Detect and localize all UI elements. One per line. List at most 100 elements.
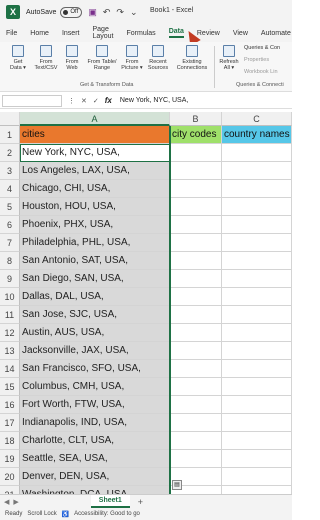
- cell-a[interactable]: Charlotte, CLT, USA,: [20, 432, 170, 450]
- cell-c[interactable]: [222, 324, 292, 342]
- row-header[interactable]: 19: [0, 450, 20, 468]
- get-data-button[interactable]: Get Data ▾: [8, 45, 28, 71]
- cell-a[interactable]: San Diego, SAN, USA,: [20, 270, 170, 288]
- cell-b[interactable]: [170, 216, 222, 234]
- refresh-all-button[interactable]: Refresh All ▾: [218, 45, 240, 71]
- cell-a[interactable]: Philadelphia, PHL, USA,: [20, 234, 170, 252]
- cell-c[interactable]: [222, 342, 292, 360]
- tab-view[interactable]: View: [233, 30, 248, 37]
- cell-a[interactable]: Los Angeles, LAX, USA,: [20, 162, 170, 180]
- queries-connections-button[interactable]: Queries & Con: [244, 45, 280, 51]
- cell-c[interactable]: [222, 360, 292, 378]
- cell-b[interactable]: [170, 360, 222, 378]
- from-text-csv-button[interactable]: From Text/CSV: [32, 45, 60, 71]
- tab-file[interactable]: File: [6, 30, 17, 37]
- recent-sources-button[interactable]: Recent Sources: [146, 45, 170, 71]
- cell-c[interactable]: [222, 216, 292, 234]
- row-header[interactable]: 8: [0, 252, 20, 270]
- from-table-range-button[interactable]: From Table/ Range: [86, 45, 118, 71]
- column-header-a[interactable]: A: [20, 112, 170, 126]
- cell-b[interactable]: [170, 270, 222, 288]
- cell-b[interactable]: [170, 342, 222, 360]
- tab-automate[interactable]: Automate: [261, 30, 291, 37]
- save-icon[interactable]: ▣: [88, 7, 97, 18]
- cell-b[interactable]: [170, 324, 222, 342]
- row-header[interactable]: 6: [0, 216, 20, 234]
- cell-b[interactable]: [170, 234, 222, 252]
- cell-b[interactable]: [170, 252, 222, 270]
- cell-c[interactable]: [222, 396, 292, 414]
- from-picture-button[interactable]: From Picture ▾: [120, 45, 144, 71]
- cell-c[interactable]: [222, 234, 292, 252]
- tab-data[interactable]: Data: [168, 28, 184, 38]
- cell-c[interactable]: [222, 270, 292, 288]
- cell-a[interactable]: San Antonio, SAT, USA,: [20, 252, 170, 270]
- cell-a[interactable]: Seattle, SEA, USA,: [20, 450, 170, 468]
- tab-review[interactable]: Review: [197, 30, 220, 37]
- cell-a[interactable]: Jacksonville, JAX, USA,: [20, 342, 170, 360]
- from-web-button[interactable]: From Web: [62, 45, 82, 71]
- cell-b[interactable]: [170, 180, 222, 198]
- cell-a[interactable]: San Jose, SJC, USA,: [20, 306, 170, 324]
- row-header[interactable]: 18: [0, 432, 20, 450]
- cell-b[interactable]: [170, 414, 222, 432]
- cell-c[interactable]: [222, 198, 292, 216]
- name-box[interactable]: [2, 94, 62, 107]
- row-header[interactable]: 12: [0, 324, 20, 342]
- row-header[interactable]: 17: [0, 414, 20, 432]
- cell-b[interactable]: city codes: [170, 126, 222, 144]
- cell-b[interactable]: [170, 198, 222, 216]
- row-header[interactable]: 16: [0, 396, 20, 414]
- formula-input[interactable]: New York, NYC, USA,: [120, 97, 188, 104]
- column-header-c[interactable]: C: [222, 112, 292, 126]
- existing-connections-button[interactable]: Existing Connections: [174, 45, 210, 71]
- row-header[interactable]: 20: [0, 468, 20, 486]
- insert-function-button[interactable]: fx: [105, 96, 112, 105]
- enter-icon[interactable]: ✓: [93, 97, 99, 105]
- cell-a[interactable]: New York, NYC, USA,: [20, 144, 170, 162]
- tab-page-layout[interactable]: Page Layout: [92, 26, 113, 40]
- row-header[interactable]: 2: [0, 144, 20, 162]
- accessibility-icon[interactable]: ♿: [62, 511, 69, 518]
- cell-c[interactable]: [222, 432, 292, 450]
- row-header[interactable]: 11: [0, 306, 20, 324]
- autosave-toggle[interactable]: Off: [60, 6, 83, 18]
- select-all-corner[interactable]: [0, 112, 20, 126]
- cell-b[interactable]: [170, 162, 222, 180]
- cell-c[interactable]: country names: [222, 126, 292, 144]
- cell-a[interactable]: cities: [20, 126, 170, 144]
- cell-c[interactable]: [222, 378, 292, 396]
- customize-toolbar-icon[interactable]: ⌄: [130, 7, 138, 18]
- cell-c[interactable]: [222, 450, 292, 468]
- cell-a[interactable]: Denver, DEN, USA,: [20, 468, 170, 486]
- cell-a[interactable]: Fort Worth, FTW, USA,: [20, 396, 170, 414]
- redo-icon[interactable]: ↷: [116, 7, 124, 18]
- cell-c[interactable]: [222, 180, 292, 198]
- row-header[interactable]: 4: [0, 180, 20, 198]
- cell-c[interactable]: [222, 468, 292, 486]
- cell-a[interactable]: Columbus, CMH, USA,: [20, 378, 170, 396]
- row-header[interactable]: 7: [0, 234, 20, 252]
- cell-a[interactable]: Austin, AUS, USA,: [20, 324, 170, 342]
- column-header-b[interactable]: B: [170, 112, 222, 126]
- row-header[interactable]: 10: [0, 288, 20, 306]
- undo-icon[interactable]: ↶: [103, 7, 111, 18]
- properties-button[interactable]: Properties: [244, 57, 269, 63]
- cell-c[interactable]: [222, 414, 292, 432]
- status-accessibility[interactable]: Accessibility: Good to go: [74, 511, 140, 517]
- cell-b[interactable]: [170, 306, 222, 324]
- cell-a[interactable]: Phoenix, PHX, USA,: [20, 216, 170, 234]
- cell-b[interactable]: [170, 450, 222, 468]
- sheet-tab-sheet1[interactable]: Sheet1: [90, 495, 130, 508]
- row-header[interactable]: 3: [0, 162, 20, 180]
- row-header[interactable]: 14: [0, 360, 20, 378]
- cell-b[interactable]: [170, 432, 222, 450]
- add-sheet-icon[interactable]: +: [138, 497, 143, 507]
- cell-a[interactable]: San Francisco, SFO, USA,: [20, 360, 170, 378]
- more-options-icon[interactable]: ⋮: [68, 97, 75, 105]
- cell-c[interactable]: [222, 288, 292, 306]
- cell-a[interactable]: Indianapolis, IND, USA,: [20, 414, 170, 432]
- row-header[interactable]: 5: [0, 198, 20, 216]
- row-header[interactable]: 15: [0, 378, 20, 396]
- paste-options-icon[interactable]: ▤: [172, 480, 182, 490]
